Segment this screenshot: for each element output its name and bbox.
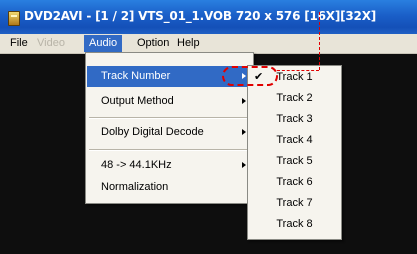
- menu-item-label: Track 7: [276, 197, 313, 209]
- menu-item-label: 48 -> 44.1KHz: [101, 159, 172, 171]
- menu-item-label: Dolby Digital Decode: [101, 126, 204, 138]
- menu-item-track-5[interactable]: Track 5: [249, 151, 340, 172]
- menu-file[interactable]: File: [10, 37, 28, 49]
- submenu-arrow-icon: [242, 98, 246, 104]
- menu-item-label: Track 5: [276, 155, 313, 167]
- menu-item-label: Normalization: [101, 181, 169, 193]
- menu-item-track-7[interactable]: Track 7: [249, 193, 340, 214]
- menu-item-track-6[interactable]: Track 6: [249, 172, 340, 193]
- menu-item-label: Track 6: [276, 176, 313, 188]
- annotation-highlight-circle: [222, 66, 278, 86]
- submenu-arrow-icon: [242, 129, 246, 135]
- menu-option[interactable]: Option: [137, 37, 169, 49]
- menu-item-label: Track Number: [101, 70, 171, 82]
- menu-item-normalization[interactable]: Normalization: [87, 177, 252, 198]
- menu-item-label: Track 4: [276, 134, 313, 146]
- submenu-arrow-icon: [242, 162, 246, 168]
- menu-item-label: Track 8: [276, 218, 313, 230]
- menu-separator: [89, 117, 250, 119]
- window-title: DVD2AVI - [1 / 2] VTS_01_1.VOB 720 x 576…: [24, 9, 377, 23]
- menu-separator: [89, 149, 250, 151]
- annotation-leader-line: [319, 12, 320, 70]
- menu-item-label: Track 3: [276, 113, 313, 125]
- menu-item-track-4[interactable]: Track 4: [249, 130, 340, 151]
- menu-bar: File Video Audio Option Help: [0, 34, 417, 54]
- menu-item-track-8[interactable]: Track 8: [249, 214, 340, 235]
- menu-item-output-method[interactable]: Output Method: [87, 91, 252, 112]
- menu-item-resample[interactable]: 48 -> 44.1KHz: [87, 155, 252, 176]
- app-icon[interactable]: [8, 11, 20, 26]
- menu-video[interactable]: Video: [37, 37, 65, 49]
- menu-help[interactable]: Help: [177, 37, 200, 49]
- menu-audio[interactable]: Audio: [84, 35, 123, 52]
- menu-item-label: Output Method: [101, 95, 174, 107]
- menu-item-track-2[interactable]: Track 2: [249, 88, 340, 109]
- title-bar[interactable]: DVD2AVI - [1 / 2] VTS_01_1.VOB 720 x 576…: [0, 0, 417, 34]
- annotation-leader-line: [277, 70, 319, 71]
- track-number-submenu: ✔ Track 1 Track 2 Track 3 Track 4 Track …: [247, 65, 342, 240]
- menu-item-label: Track 2: [276, 92, 313, 104]
- menu-item-dolby-digital-decode[interactable]: Dolby Digital Decode: [87, 122, 252, 143]
- menu-item-track-3[interactable]: Track 3: [249, 109, 340, 130]
